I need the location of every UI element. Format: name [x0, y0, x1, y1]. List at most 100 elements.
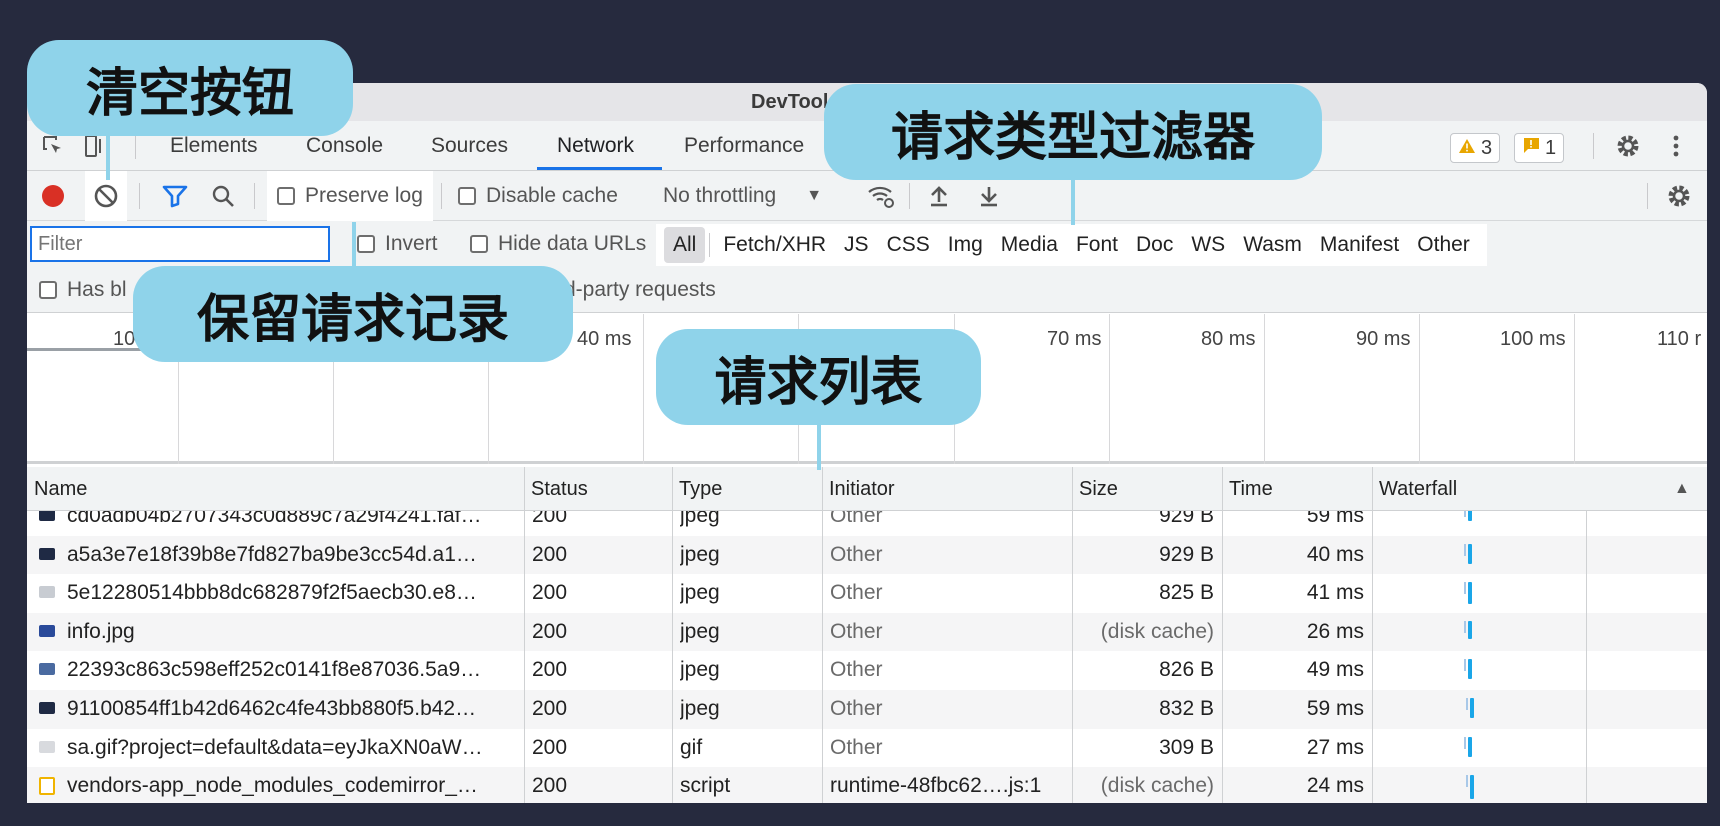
divider	[1593, 133, 1594, 159]
type-filter-other[interactable]: Other	[1408, 227, 1479, 263]
network-settings-gear-icon[interactable]	[1659, 171, 1699, 221]
cell-name[interactable]: sa.gif?project=default&data=eyJkaXN0aW…	[67, 729, 517, 768]
cell-time: 27 ms	[1306, 735, 1364, 759]
type-filter-fetch-xhr[interactable]: Fetch/XHR	[714, 227, 835, 263]
settings-gear-icon[interactable]	[1610, 121, 1646, 171]
issues-badge[interactable]: 1	[1514, 133, 1565, 163]
column-initiator[interactable]: Initiator	[822, 467, 895, 511]
table-row[interactable]: vendors-app_node_modules_codemirror_… 200…	[27, 767, 1707, 803]
cell-name[interactable]: 22393c863c598eff252c0141f8e87036.5a9…	[67, 651, 517, 690]
waterfall-bar[interactable]	[1468, 659, 1472, 680]
table-row[interactable]: info.jpg 200 jpeg Other (disk cache) 26 ms	[27, 612, 1707, 652]
divider	[139, 183, 140, 209]
grid-line	[1419, 314, 1420, 464]
throttling-value: No throttling	[663, 184, 777, 207]
cell-time: 41 ms	[1306, 581, 1364, 605]
type-filter-ws[interactable]: WS	[1182, 227, 1234, 263]
tab-sources[interactable]: Sources	[431, 121, 508, 171]
type-filter-img[interactable]: Img	[939, 227, 992, 263]
filter-icon[interactable]	[157, 171, 193, 221]
column-type[interactable]: Type	[672, 467, 722, 511]
waterfall-bar[interactable]	[1468, 582, 1472, 605]
disable-cache-checkbox[interactable]: Disable cache	[458, 171, 618, 221]
cell-name[interactable]: a5a3e7e18f39b8e7fd827ba9be3cc54d.a1…	[67, 536, 517, 575]
type-filter-css[interactable]: CSS	[878, 227, 939, 263]
preserve-log-checkbox[interactable]: Preserve log	[267, 171, 433, 221]
column-divider[interactable]	[1222, 467, 1223, 803]
gif-icon	[39, 740, 55, 753]
cell-name[interactable]: 5e12280514bbb8dc682879f2f5aecb30.e8…	[67, 574, 517, 613]
sort-ascending-icon[interactable]: ▲	[1667, 467, 1690, 511]
filter-bar: Invert Hide data URLs All Fetch/XHR JS C…	[27, 221, 1707, 267]
column-status[interactable]: Status	[524, 467, 588, 511]
cell-initiator[interactable]: Other	[830, 729, 1065, 768]
warnings-badge[interactable]: 3	[1450, 133, 1501, 163]
table-row[interactable]: 5e12280514bbb8dc682879f2f5aecb30.e8… 200 j…	[27, 574, 1707, 613]
search-icon[interactable]	[205, 171, 241, 221]
waterfall-wait-segment	[1464, 582, 1466, 595]
cell-initiator[interactable]: Other	[830, 536, 1065, 575]
column-waterfall[interactable]: Waterfall	[1372, 467, 1457, 511]
waterfall-bar[interactable]	[1468, 736, 1472, 757]
waterfall-bar[interactable]	[1468, 511, 1472, 521]
cell-name[interactable]: vendors-app_node_modules_codemirror_…	[67, 767, 517, 803]
table-row[interactable]: cd0adb04b2707343c0d889c7a29f4241.faf… 200…	[27, 511, 1707, 536]
invert-label: Invert	[385, 232, 438, 255]
invert-checkbox[interactable]: Invert	[357, 221, 438, 267]
table-row[interactable]: sa.gif?project=default&data=eyJkaXN0aW… 2…	[27, 729, 1707, 768]
checkbox[interactable]	[39, 281, 57, 299]
cell-name[interactable]: cd0adb04b2707343c0d889c7a29f4241.faf…	[67, 511, 517, 536]
cell-name[interactable]: info.jpg	[67, 613, 517, 652]
throttling-select[interactable]: No throttling ▼	[663, 171, 822, 221]
image-light-icon	[39, 586, 55, 599]
cell-initiator[interactable]: Other	[830, 574, 1065, 613]
table-row[interactable]: a5a3e7e18f39b8e7fd827ba9be3cc54d.a1… 200 j…	[27, 535, 1707, 575]
column-size[interactable]: Size	[1072, 467, 1118, 511]
type-filter-js[interactable]: JS	[835, 227, 878, 263]
filter-input[interactable]	[30, 226, 330, 262]
tab-network[interactable]: Network	[557, 121, 634, 171]
checkbox[interactable]	[357, 235, 375, 253]
type-filter-media[interactable]: Media	[992, 227, 1067, 263]
third-party-requests-label[interactable]: rd-party requests	[557, 267, 716, 313]
checkbox[interactable]	[470, 235, 488, 253]
cell-name[interactable]: 91100854ff1b42d6462c4fe43bb880f5.b42…	[67, 690, 517, 729]
waterfall-bar[interactable]	[1470, 775, 1474, 800]
tab-performance[interactable]: Performance	[684, 121, 804, 171]
time-tick-label: 80 ms	[1201, 328, 1256, 350]
type-filter-manifest[interactable]: Manifest	[1311, 227, 1408, 263]
cell-type: jpeg	[680, 542, 720, 566]
cell-initiator[interactable]: runtime-48fbc62….js:1	[830, 767, 1065, 803]
column-divider[interactable]	[672, 467, 673, 803]
type-filter-doc[interactable]: Doc	[1127, 227, 1182, 263]
type-filter-font[interactable]: Font	[1067, 227, 1127, 263]
cell-initiator[interactable]: Other	[830, 651, 1065, 690]
cell-initiator[interactable]: Other	[830, 690, 1065, 729]
more-options-icon[interactable]	[1661, 121, 1691, 171]
cell-type: jpeg	[680, 581, 720, 605]
type-filter-all[interactable]: All	[664, 227, 706, 263]
has-blocked-cookies-checkbox[interactable]: Has bl	[39, 267, 127, 313]
waterfall-bar[interactable]	[1468, 543, 1472, 564]
column-time[interactable]: Time	[1222, 467, 1273, 511]
waterfall-bar[interactable]	[1470, 698, 1474, 718]
column-divider[interactable]	[524, 467, 525, 803]
record-icon[interactable]	[33, 171, 73, 221]
preserve-log-label: Preserve log	[305, 184, 423, 207]
column-divider[interactable]	[1372, 467, 1373, 803]
column-name[interactable]: Name	[27, 467, 87, 511]
checkbox[interactable]	[277, 187, 295, 205]
time-tick-label: 70 ms	[1047, 328, 1102, 350]
cell-initiator[interactable]: Other	[830, 613, 1065, 652]
type-filter-wasm[interactable]: Wasm	[1234, 227, 1311, 263]
checkbox[interactable]	[458, 187, 476, 205]
hide-data-urls-checkbox[interactable]: Hide data URLs	[470, 221, 646, 267]
cell-time: 24 ms	[1306, 774, 1364, 798]
cell-initiator[interactable]: Other	[830, 511, 1065, 536]
waterfall-bar[interactable]	[1468, 620, 1472, 639]
table-row[interactable]: 91100854ff1b42d6462c4fe43bb880f5.b42… 200…	[27, 690, 1707, 729]
table-row[interactable]: 22393c863c598eff252c0141f8e87036.5a9… 200…	[27, 651, 1707, 690]
warnings-count: 3	[1481, 136, 1493, 159]
column-divider[interactable]	[822, 467, 823, 803]
column-divider[interactable]	[1072, 467, 1073, 803]
